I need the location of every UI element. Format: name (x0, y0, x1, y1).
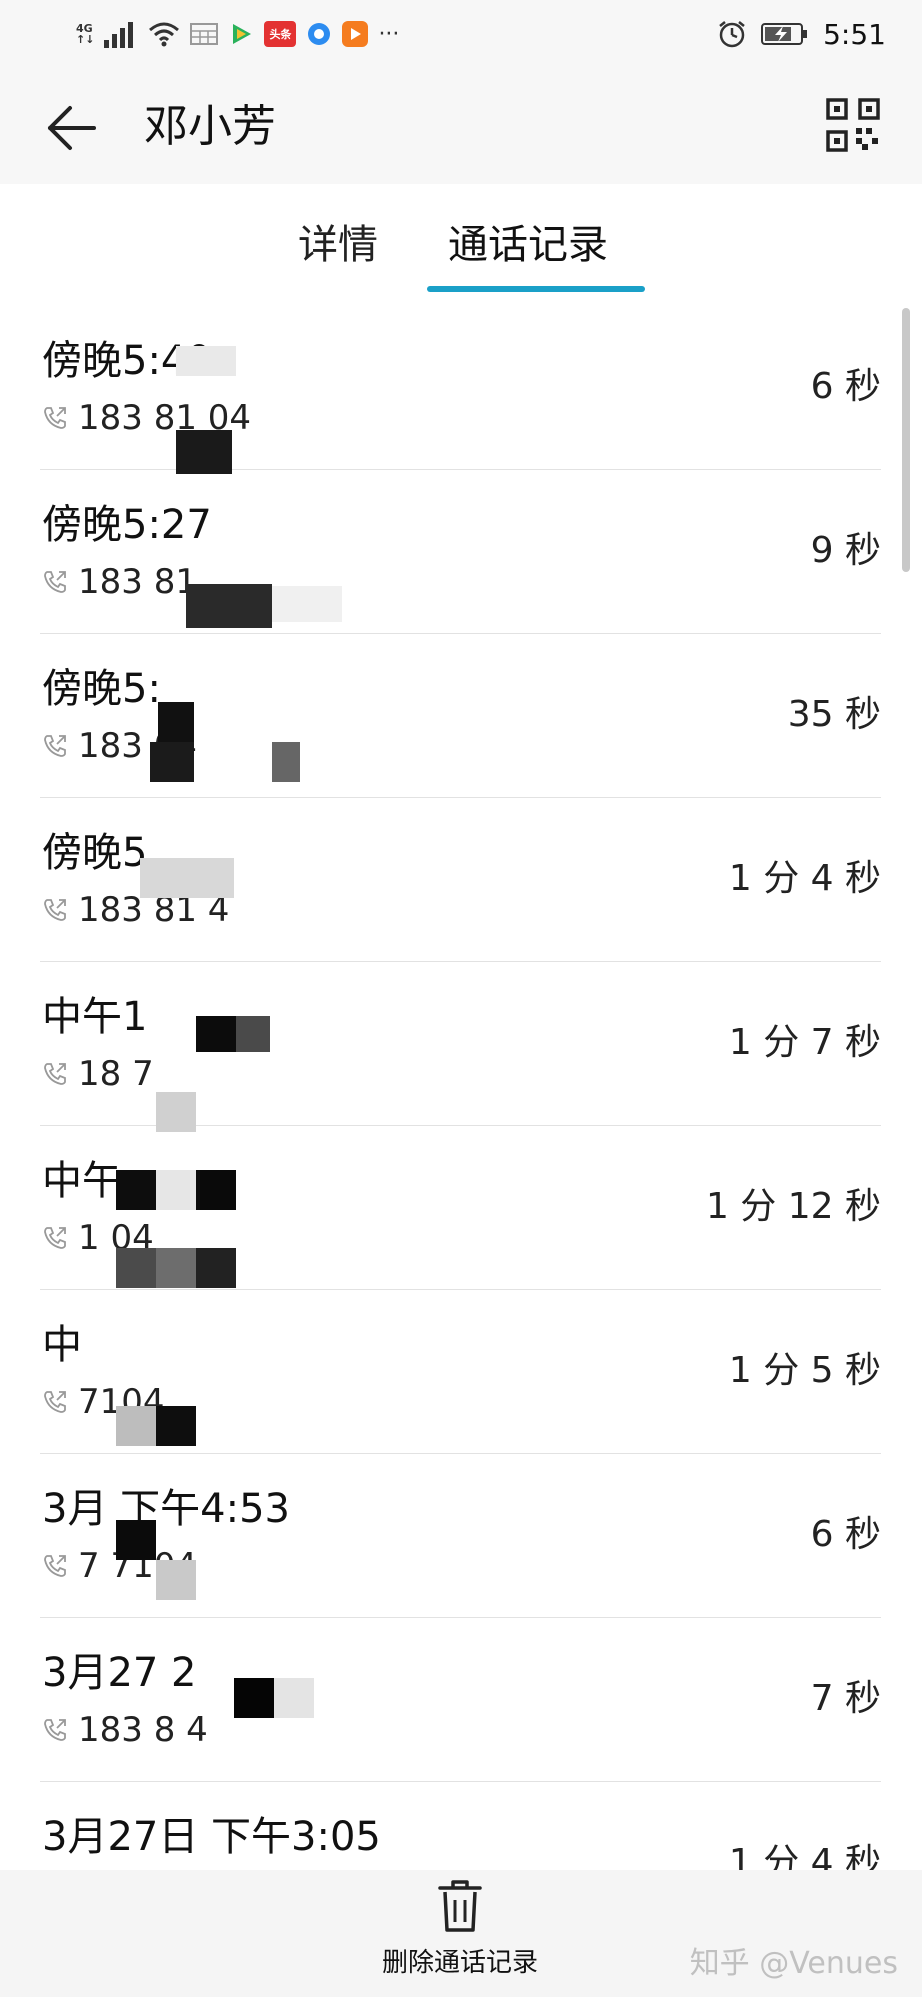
privacy-mosaic (176, 346, 236, 376)
phone-outgoing-icon (44, 407, 66, 429)
call-duration: 6 秒 (810, 366, 881, 407)
browser-app-icon (308, 23, 331, 45)
call-log-row[interactable]: 3月27日 下午3:05 1 分 4 秒 (40, 1782, 881, 1870)
video-app-icon (342, 21, 369, 47)
privacy-mosaic (274, 1678, 314, 1718)
tab-details[interactable]: 详情 (298, 220, 378, 270)
privacy-mosaic (116, 1406, 156, 1446)
call-time: 中 (42, 1322, 82, 1368)
call-duration: 6 秒 (810, 1514, 881, 1555)
network-activity-label: ↑↓ (76, 33, 95, 46)
trash-icon (438, 1880, 482, 1932)
contact-name: 邓小芳 (144, 101, 276, 152)
call-sub: 183 8 4 (42, 1710, 208, 1750)
call-log-list[interactable]: 傍晚5:40 183 81 04 6 秒 傍晚5:27 183 81 9 秒 傍… (0, 306, 922, 1870)
call-duration: 1 分 7 秒 (728, 1022, 881, 1063)
wifi-icon (149, 22, 180, 47)
call-time: 3月27 2 (42, 1650, 197, 1696)
tab-active-indicator (427, 286, 645, 292)
delete-call-log-label: 删除通话记录 (381, 1948, 538, 1978)
call-duration: 1 分 5 秒 (728, 1350, 881, 1391)
privacy-mosaic (116, 1248, 156, 1288)
call-number: 183 81 (78, 562, 197, 602)
privacy-mosaic (186, 584, 272, 628)
call-log-row[interactable]: 傍晚5:27 183 81 9 秒 (40, 470, 881, 634)
call-log-row[interactable]: 3月27 2 183 8 4 7 秒 (40, 1618, 881, 1782)
phone-outgoing-icon (44, 1555, 66, 1577)
phone-outgoing-icon (44, 571, 66, 593)
privacy-mosaic (116, 1520, 156, 1560)
call-time: 傍晚5:27 (42, 502, 212, 548)
privacy-mosaic (196, 1248, 236, 1288)
signal-icon (104, 22, 134, 48)
toutiao-app-icon: 头条 (264, 21, 297, 47)
call-time: 傍晚5 (42, 830, 148, 876)
phone-outgoing-icon (44, 1227, 66, 1249)
privacy-mosaic (156, 1406, 196, 1446)
call-time: 中午 (42, 1158, 122, 1204)
back-button[interactable] (44, 100, 100, 156)
privacy-mosaic (158, 702, 194, 742)
clock: 5:51 (823, 17, 886, 51)
privacy-mosaic (156, 1170, 196, 1210)
call-duration: 35 秒 (787, 694, 881, 735)
phone-outgoing-icon (44, 899, 66, 921)
call-duration: 1 分 4 秒 (728, 1842, 881, 1870)
call-duration: 7 秒 (810, 1678, 881, 1719)
privacy-mosaic (236, 1016, 270, 1052)
tab-bar: 详情 通话记录 (0, 184, 922, 294)
privacy-mosaic (272, 742, 300, 782)
call-duration: 1 分 4 秒 (728, 858, 881, 899)
call-duration: 9 秒 (810, 530, 881, 571)
status-bar: 4G ↑↓ 头条 ··· 5:51 (0, 0, 922, 72)
list-scrollbar[interactable] (902, 308, 910, 572)
call-number: 183 8 4 (78, 1710, 208, 1750)
call-number: 18 7 (78, 1054, 154, 1094)
privacy-mosaic (272, 586, 342, 622)
calendar-grid-icon (190, 23, 219, 45)
phone-outgoing-icon (44, 735, 66, 757)
page: 4G ↑↓ 头条 ··· 5:51 邓小芳 详情 通话记录 傍晚5:40 183… (0, 0, 922, 1997)
privacy-mosaic (196, 1016, 236, 1052)
phone-outgoing-icon (44, 1063, 66, 1085)
watermark: 知乎 @Venues (689, 1946, 898, 1981)
privacy-mosaic (116, 1170, 156, 1210)
privacy-mosaic (234, 1678, 274, 1718)
privacy-mosaic (156, 1560, 196, 1600)
privacy-mosaic (140, 858, 234, 898)
call-time: 3月27日 下午3:05 (42, 1814, 381, 1860)
qr-code-icon (826, 98, 880, 152)
call-time: 3月 下午4:53 (42, 1486, 290, 1532)
qr-code-button[interactable] (826, 98, 880, 152)
call-time: 中午1 (42, 994, 148, 1040)
arrow-left-icon (48, 106, 96, 150)
phone-outgoing-icon (44, 1391, 66, 1413)
more-notifications: ··· (378, 21, 400, 47)
call-duration: 1 分 12 秒 (705, 1186, 881, 1227)
privacy-mosaic (176, 430, 232, 474)
phone-outgoing-icon (44, 1719, 66, 1741)
battery-charging-icon (761, 23, 808, 45)
call-sub: 183 81 (42, 562, 197, 602)
alarm-icon (719, 21, 745, 48)
privacy-mosaic (150, 742, 194, 782)
network-type: 4G ↑↓ (76, 23, 94, 45)
privacy-mosaic (156, 1092, 196, 1132)
privacy-mosaic (196, 1170, 236, 1210)
video-play-icon (233, 24, 252, 44)
call-sub: 18 7 (42, 1054, 154, 1094)
call-log-row[interactable]: 傍晚5:40 183 81 04 6 秒 (40, 306, 881, 470)
app-header: 邓小芳 (0, 72, 922, 184)
delete-call-log-button[interactable]: 删除通话记录 (360, 1878, 560, 1990)
privacy-mosaic (156, 1248, 196, 1288)
status-left: 4G ↑↓ 头条 ··· (76, 16, 399, 52)
status-right: 5:51 (717, 16, 886, 52)
tab-call-log[interactable]: 通话记录 (448, 220, 608, 270)
call-time: 傍晚5: (42, 666, 161, 712)
